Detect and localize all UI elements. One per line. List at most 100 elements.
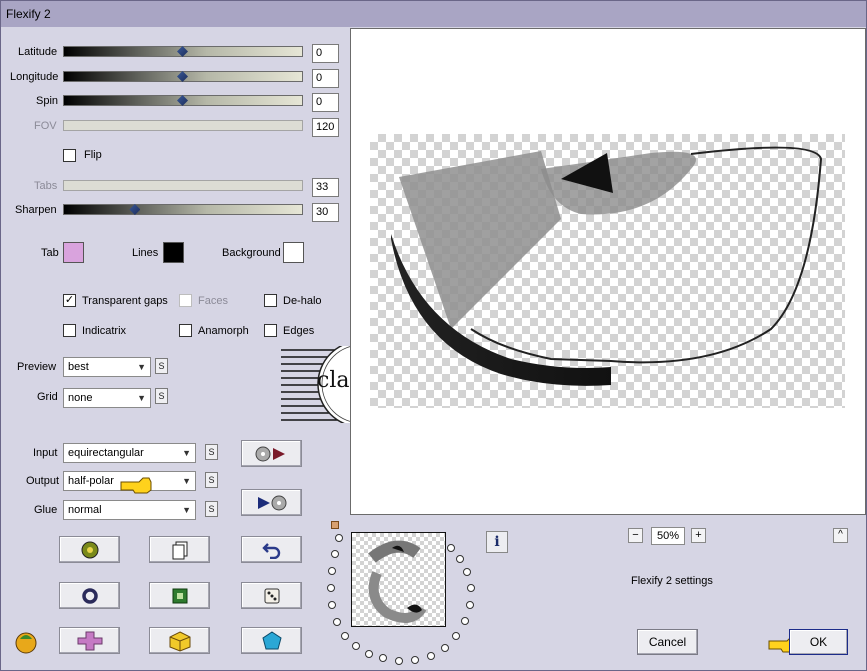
- background-color-label: Background: [222, 247, 281, 259]
- longitude-slider[interactable]: [63, 71, 303, 82]
- settings-label: Flexify 2 settings: [631, 575, 713, 587]
- flexified-image: [391, 146, 823, 386]
- edges-checkbox[interactable]: [264, 324, 277, 337]
- flip-label: Flip: [84, 149, 102, 161]
- output-s-button[interactable]: S: [205, 472, 218, 488]
- edges-label: Edges: [283, 325, 315, 337]
- faces-label: Faces: [198, 295, 228, 307]
- circle-button[interactable]: [59, 582, 120, 609]
- preview-select[interactable]: best ▼: [63, 357, 151, 377]
- latitude-slider[interactable]: [63, 46, 303, 57]
- flip-checkbox[interactable]: [63, 149, 76, 162]
- lines-color-label: Lines: [132, 247, 159, 259]
- chevron-down-icon: ▼: [182, 505, 191, 515]
- de-halo-checkbox[interactable]: [264, 294, 277, 307]
- zoom-out-button[interactable]: −: [628, 528, 643, 543]
- glue-select-label: Glue: [34, 504, 58, 516]
- sharpen-slider[interactable]: [63, 204, 303, 215]
- square-button[interactable]: [149, 582, 210, 609]
- dice-icon: [264, 588, 279, 603]
- longitude-label: Longitude: [10, 71, 59, 83]
- grid-select-label: Grid: [37, 391, 58, 403]
- fov-input: 120: [312, 118, 339, 137]
- chevron-down-icon: ▼: [137, 362, 146, 372]
- glue-select[interactable]: normal ▼: [63, 500, 196, 520]
- flexify-dialog: Flexify 2 Latitude 0 Longitude 0 Spin 0 …: [0, 0, 867, 671]
- tabs-slider: [63, 180, 303, 191]
- save-media-button[interactable]: [241, 489, 302, 516]
- transparent-gaps-label: Transparent gaps: [82, 295, 168, 307]
- latitude-input[interactable]: 0: [312, 44, 339, 63]
- spin-slider[interactable]: [63, 95, 303, 106]
- input-select-value: equirectangular: [68, 447, 144, 459]
- ring-icon: [81, 587, 98, 604]
- thumbnail-preview: [351, 532, 446, 627]
- longitude-slider-thumb[interactable]: [177, 71, 188, 82]
- copy-page-icon: [172, 541, 187, 559]
- preview-select-value: best: [68, 361, 89, 373]
- polyhedron-button[interactable]: [241, 627, 302, 654]
- load-media-button[interactable]: [241, 440, 302, 467]
- anamorph-label: Anamorph: [198, 325, 249, 337]
- cancel-button[interactable]: Cancel: [637, 629, 698, 655]
- window-title: Flexify 2: [6, 7, 51, 21]
- zoom-level[interactable]: 50%: [651, 527, 685, 545]
- background-color-swatch[interactable]: [283, 242, 304, 263]
- info-button[interactable]: i: [486, 531, 508, 553]
- plus-cross-icon: [77, 631, 102, 650]
- cube-button[interactable]: [149, 627, 210, 654]
- indicatrix-label: Indicatrix: [82, 325, 127, 337]
- input-select[interactable]: equirectangular ▼: [63, 443, 196, 463]
- anamorph-checkbox[interactable]: [179, 324, 192, 337]
- undo-arrow-icon: [261, 542, 280, 559]
- chevron-down-icon: ▼: [137, 393, 146, 403]
- randomize-button[interactable]: [59, 536, 120, 563]
- pointing-hand-icon: [119, 474, 157, 497]
- preview-canvas[interactable]: [350, 28, 866, 515]
- sharpen-slider-thumb[interactable]: [129, 204, 141, 215]
- grid-select-value: none: [68, 392, 93, 404]
- gear-ball-icon: [81, 541, 98, 558]
- output-select-label: Output: [26, 475, 60, 487]
- grid-select[interactable]: none ▼: [63, 388, 151, 408]
- sharpen-label: Sharpen: [15, 204, 57, 216]
- grid-s-button[interactable]: S: [155, 388, 168, 404]
- disc-play-icon: [255, 446, 285, 461]
- thumbnail-image: [368, 540, 427, 623]
- tab-color-swatch[interactable]: [63, 242, 84, 263]
- spin-slider-thumb[interactable]: [177, 95, 188, 106]
- green-square-icon: [172, 588, 187, 603]
- ok-button[interactable]: OK: [789, 629, 848, 655]
- input-s-button[interactable]: S: [205, 444, 218, 460]
- preview-s-button[interactable]: S: [155, 358, 168, 374]
- undo-button[interactable]: [241, 536, 302, 563]
- tabs-label: Tabs: [34, 180, 58, 192]
- output-select-value: half-polar: [68, 475, 114, 487]
- longitude-input[interactable]: 0: [312, 69, 339, 88]
- transparent-gaps-checkbox[interactable]: ✓: [63, 294, 76, 307]
- pentagon-icon: [261, 630, 282, 649]
- cross-button[interactable]: [59, 627, 120, 654]
- latitude-slider-thumb[interactable]: [177, 46, 188, 57]
- tabs-input: 33: [312, 178, 339, 197]
- de-halo-label: De-halo: [283, 295, 322, 307]
- chevron-down-icon: ▼: [182, 476, 191, 486]
- fov-slider: [63, 120, 303, 131]
- random-dice-button[interactable]: [241, 582, 302, 609]
- plugin-logo-icon: [13, 629, 39, 658]
- indicatrix-checkbox[interactable]: [63, 324, 76, 337]
- spin-input[interactable]: 0: [312, 93, 339, 112]
- collapse-button[interactable]: ^: [833, 528, 848, 543]
- glue-s-button[interactable]: S: [205, 501, 218, 517]
- copy-button[interactable]: [149, 536, 210, 563]
- cube-icon: [169, 630, 190, 652]
- title-bar: Flexify 2: [1, 1, 866, 27]
- play-disc-icon: [257, 495, 286, 510]
- spin-label: Spin: [36, 95, 59, 107]
- lines-color-swatch[interactable]: [163, 242, 184, 263]
- sharpen-input[interactable]: 30: [312, 203, 339, 222]
- tab-color-label: Tab: [41, 247, 59, 259]
- latitude-label: Latitude: [18, 46, 58, 58]
- preview-select-label: Preview: [17, 361, 57, 373]
- zoom-in-button[interactable]: +: [691, 528, 706, 543]
